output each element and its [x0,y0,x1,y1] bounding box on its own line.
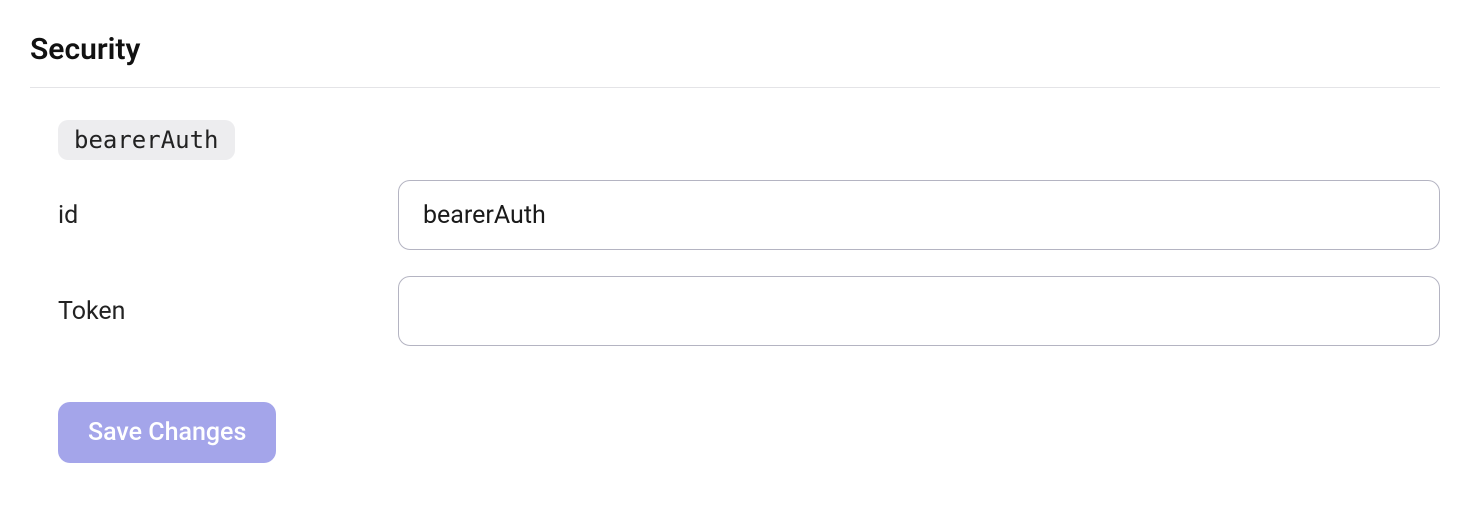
form-actions: Save Changes [58,402,1440,463]
token-input[interactable] [398,276,1440,346]
security-form: bearerAuth id Token Save Changes [30,120,1440,463]
id-row: id [58,180,1440,250]
section-heading: Security [30,32,1440,67]
section-divider [30,87,1440,88]
id-input[interactable] [398,180,1440,250]
token-row: Token [58,276,1440,346]
token-label: Token [58,297,398,326]
save-button[interactable]: Save Changes [58,402,276,463]
auth-scheme-badge: bearerAuth [58,120,235,160]
id-label: id [58,201,398,230]
